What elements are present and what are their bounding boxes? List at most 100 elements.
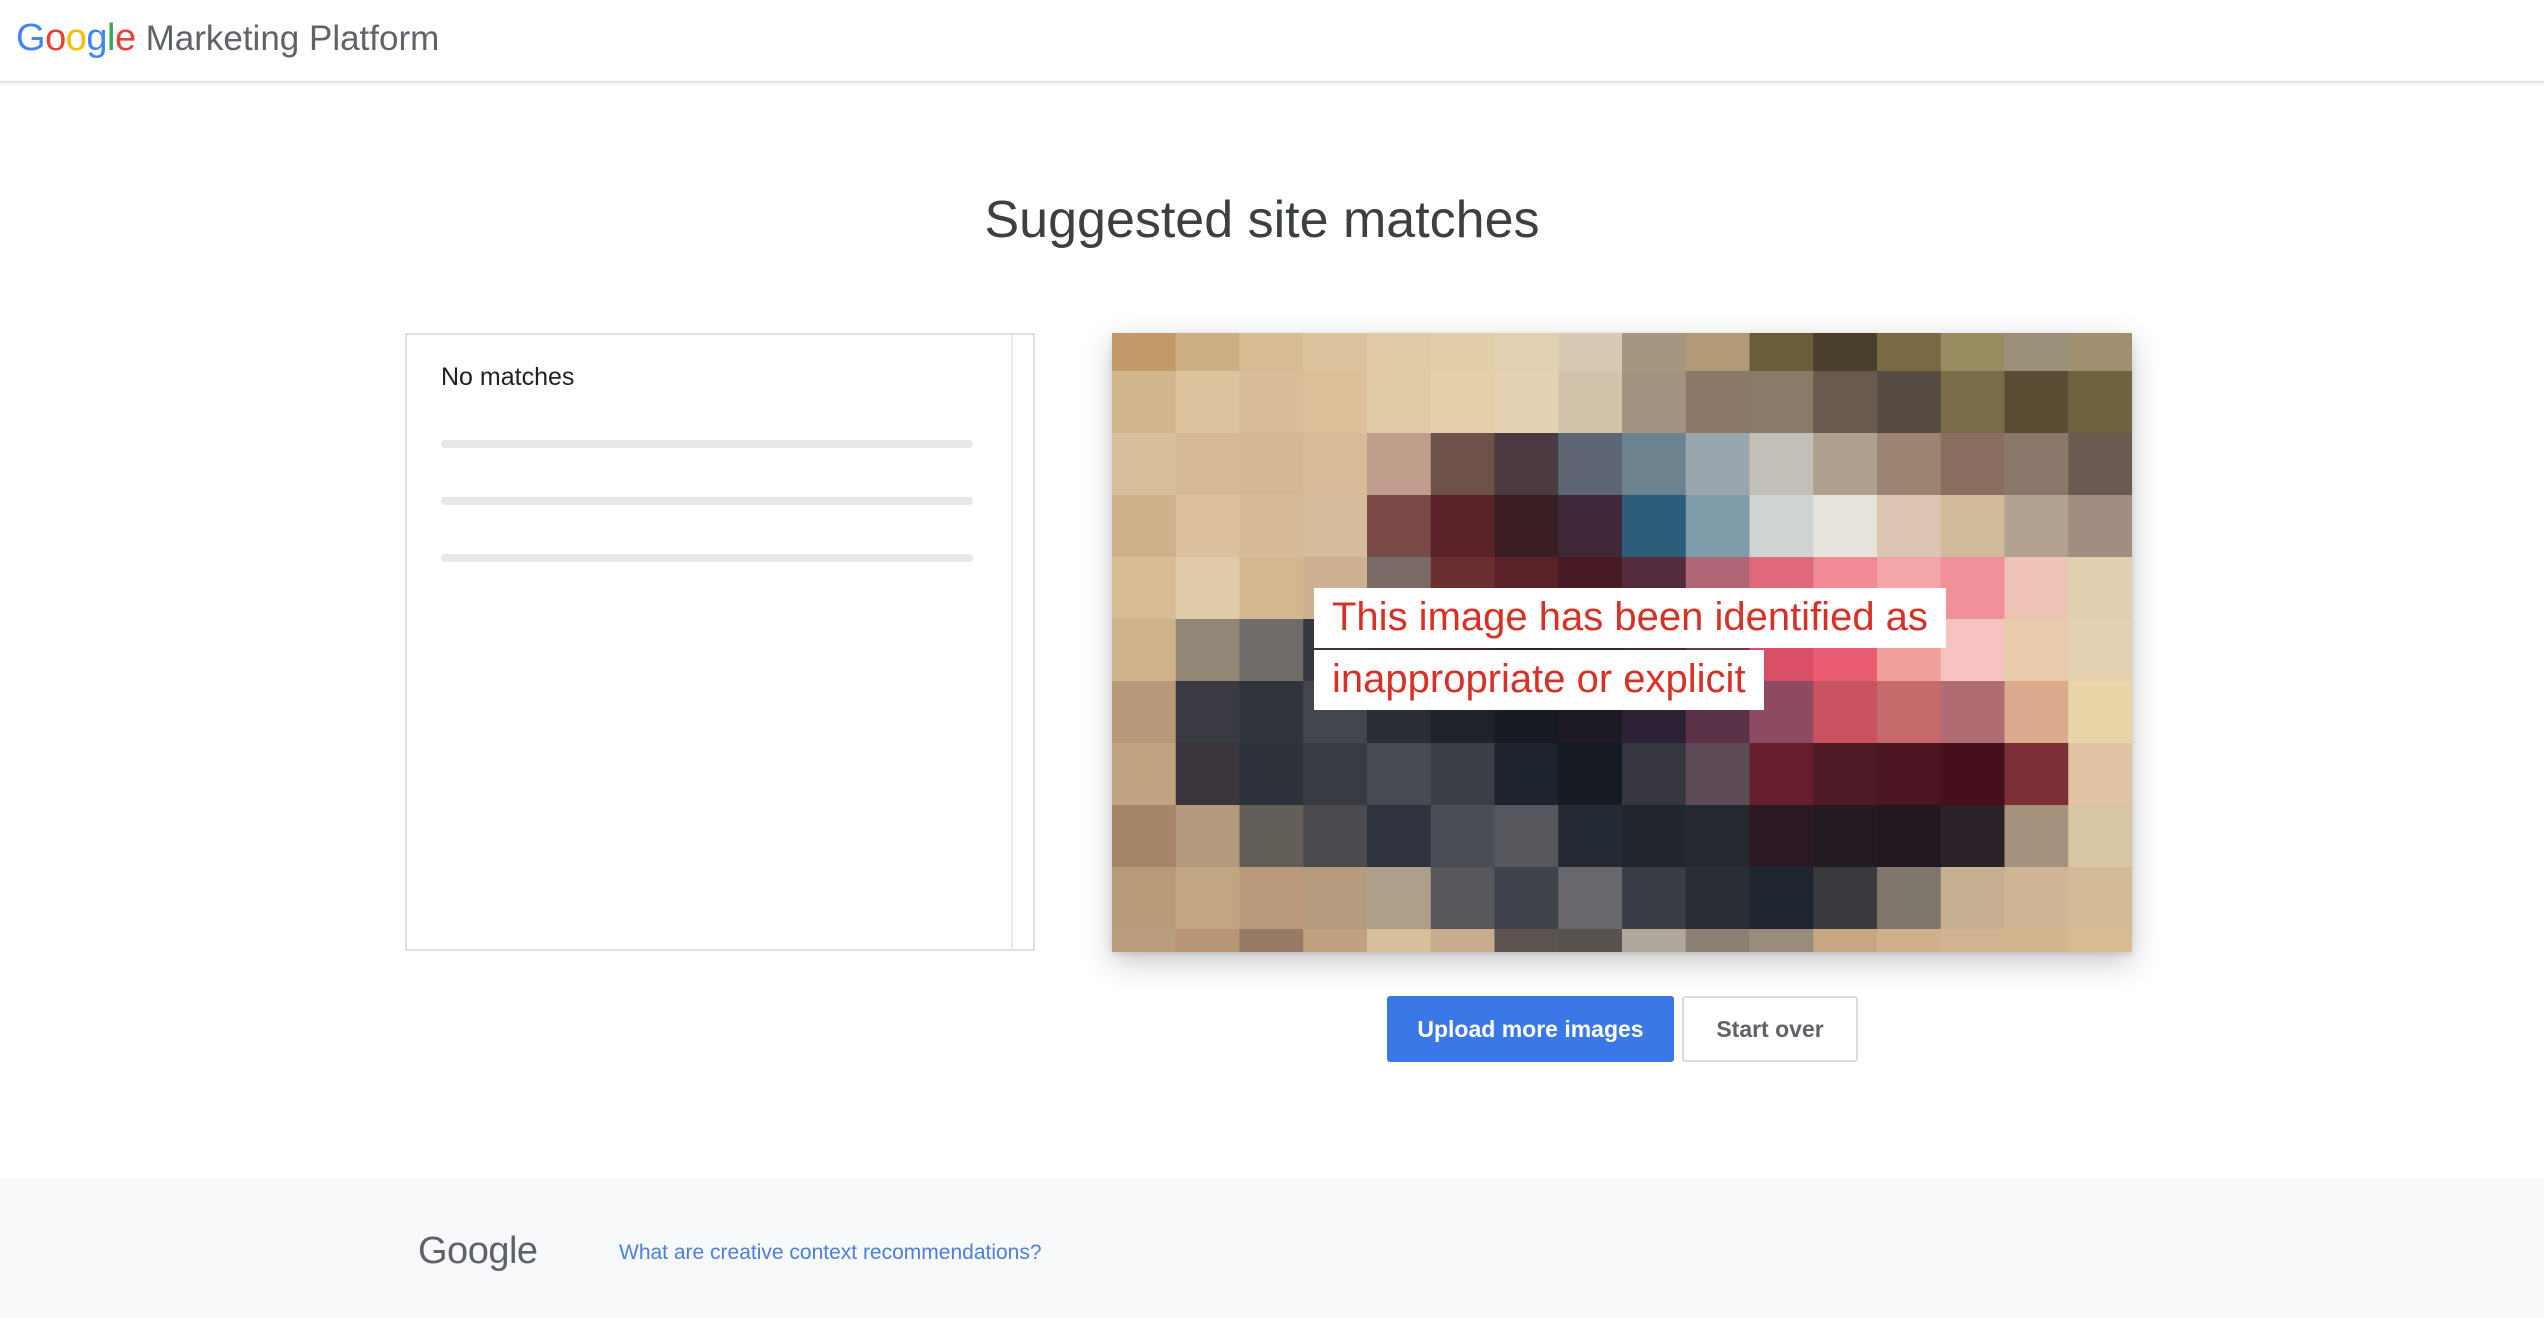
mosaic-tile [2068, 495, 2132, 558]
mosaic-tile [1940, 557, 2006, 620]
mosaic-tile [1494, 867, 1559, 930]
mosaic-tile [1494, 495, 1559, 558]
mosaic-tile [1940, 867, 2006, 930]
mosaic-tile [1367, 333, 1432, 372]
mosaic-tile [2068, 929, 2132, 952]
mosaic-tile [1940, 743, 2006, 806]
placeholder-line [441, 554, 973, 562]
mosaic-tile [1430, 433, 1496, 496]
mosaic-tile [2068, 333, 2132, 372]
mosaic-tile [1239, 681, 1304, 744]
mosaic-tile [1175, 929, 1241, 952]
mosaic-tile [2004, 805, 2069, 868]
product-name: Marketing Platform [145, 19, 440, 58]
mosaic-tile [1877, 805, 1942, 868]
mosaic-tile [1813, 929, 1878, 952]
mosaic-tile [1940, 333, 2006, 372]
mosaic-tile [1239, 433, 1304, 496]
mosaic-tile [1175, 557, 1241, 620]
mosaic-tile [2068, 743, 2132, 806]
mosaic-tile [2004, 371, 2069, 434]
mosaic-tile [1877, 867, 1942, 930]
mosaic-tile [1558, 929, 1623, 952]
start-over-button[interactable]: Start over [1682, 996, 1858, 1062]
mosaic-tile [1112, 681, 1177, 744]
mosaic-tile [1367, 495, 1432, 558]
mosaic-tile [1239, 929, 1304, 952]
mosaic-tile [1940, 433, 2006, 496]
mosaic-tile [1685, 867, 1751, 930]
google-footer-logo[interactable]: Google [418, 1230, 538, 1273]
mosaic-tile [2068, 619, 2132, 682]
mosaic-tile [1430, 929, 1496, 952]
mosaic-tile [1940, 681, 2006, 744]
placeholder-line [441, 440, 973, 448]
mosaic-tile [1877, 333, 1942, 372]
mosaic-tile [1367, 743, 1432, 806]
mosaic-tile [1367, 371, 1432, 434]
mosaic-tile [1685, 495, 1751, 558]
mosaic-tile [1813, 867, 1878, 930]
mosaic-tile [1303, 867, 1368, 930]
mosaic-tile [1622, 805, 1687, 868]
mosaic-tile [1558, 805, 1623, 868]
scrollbar-track[interactable] [1011, 335, 1013, 949]
mosaic-tile [1622, 929, 1687, 952]
creative-context-help-link[interactable]: What are creative context recommendation… [619, 1241, 1042, 1265]
footer: Google What are creative context recomme… [0, 1178, 2544, 1318]
mosaic-tile [1494, 433, 1559, 496]
mosaic-tile [1430, 867, 1496, 930]
mosaic-tile [1622, 371, 1687, 434]
mosaic-tile [1303, 495, 1368, 558]
mosaic-tile [1685, 433, 1751, 496]
mosaic-tile [1558, 495, 1623, 558]
mosaic-tile [1239, 557, 1304, 620]
mosaic-tile [1303, 743, 1368, 806]
mosaic-tile [1813, 433, 1878, 496]
mosaic-tile [2004, 619, 2069, 682]
warning-line-2: inappropriate or explicit [1314, 650, 1764, 710]
mosaic-tile [1430, 333, 1496, 372]
mosaic-tile [1112, 371, 1177, 434]
mosaic-tile [1558, 867, 1623, 930]
mosaic-tile [1685, 743, 1751, 806]
mosaic-tile [2068, 557, 2132, 620]
mosaic-tile [1749, 371, 1814, 434]
mosaic-tile [1112, 619, 1177, 682]
mosaic-tile [1622, 743, 1687, 806]
mosaic-tile [1494, 805, 1559, 868]
mosaic-tile [1494, 743, 1559, 806]
mosaic-tile [2068, 867, 2132, 930]
mosaic-tile [1685, 371, 1751, 434]
mosaic-tile [1112, 333, 1177, 372]
upload-more-images-button[interactable]: Upload more images [1387, 996, 1674, 1062]
mosaic-tile [1558, 743, 1623, 806]
mosaic-tile [1813, 743, 1878, 806]
mosaic-tile [1112, 743, 1177, 806]
mosaic-tile [1239, 333, 1304, 372]
mosaic-tile [1685, 929, 1751, 952]
mosaic-tile [1813, 805, 1878, 868]
mosaic-tile [1430, 371, 1496, 434]
mosaic-tile [1112, 557, 1177, 620]
mosaic-tile [1877, 495, 1942, 558]
mosaic-tile [1494, 333, 1559, 372]
mosaic-tile [1877, 743, 1942, 806]
mosaic-tile [1940, 929, 2006, 952]
mosaic-tile [1239, 867, 1304, 930]
mosaic-tile [1175, 495, 1241, 558]
mosaic-tile [2004, 681, 2069, 744]
mosaic-tile [1813, 495, 1878, 558]
mosaic-tile [1112, 867, 1177, 930]
mosaic-tile [2004, 495, 2069, 558]
mosaic-tile [1494, 929, 1559, 952]
mosaic-tile [1813, 333, 1878, 372]
mosaic-tile [1239, 495, 1304, 558]
mosaic-tile [1749, 333, 1814, 372]
mosaic-tile [1112, 433, 1177, 496]
mosaic-tile [1940, 805, 2006, 868]
mosaic-tile [1749, 495, 1814, 558]
mosaic-tile [1303, 433, 1368, 496]
mosaic-tile [1175, 681, 1241, 744]
brand[interactable]: Google Marketing Platform [16, 17, 439, 60]
